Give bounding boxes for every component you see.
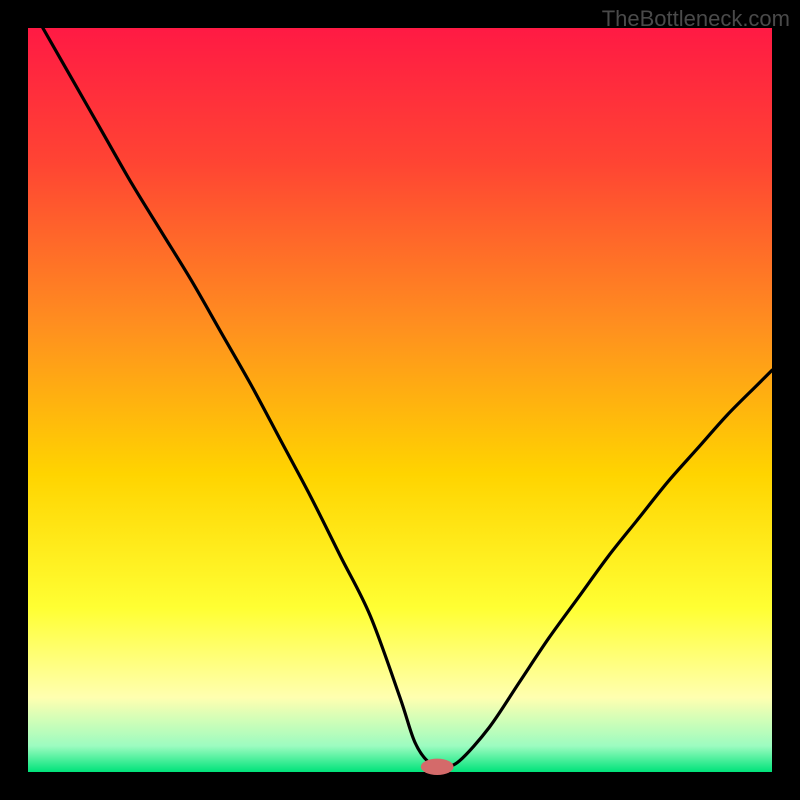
chart-container: { "watermark": "TheBottleneck.com", "cha… bbox=[0, 0, 800, 800]
plot-area bbox=[28, 28, 772, 772]
optimum-marker bbox=[421, 759, 454, 775]
watermark-text: TheBottleneck.com bbox=[602, 6, 790, 32]
bottleneck-chart bbox=[0, 0, 800, 800]
